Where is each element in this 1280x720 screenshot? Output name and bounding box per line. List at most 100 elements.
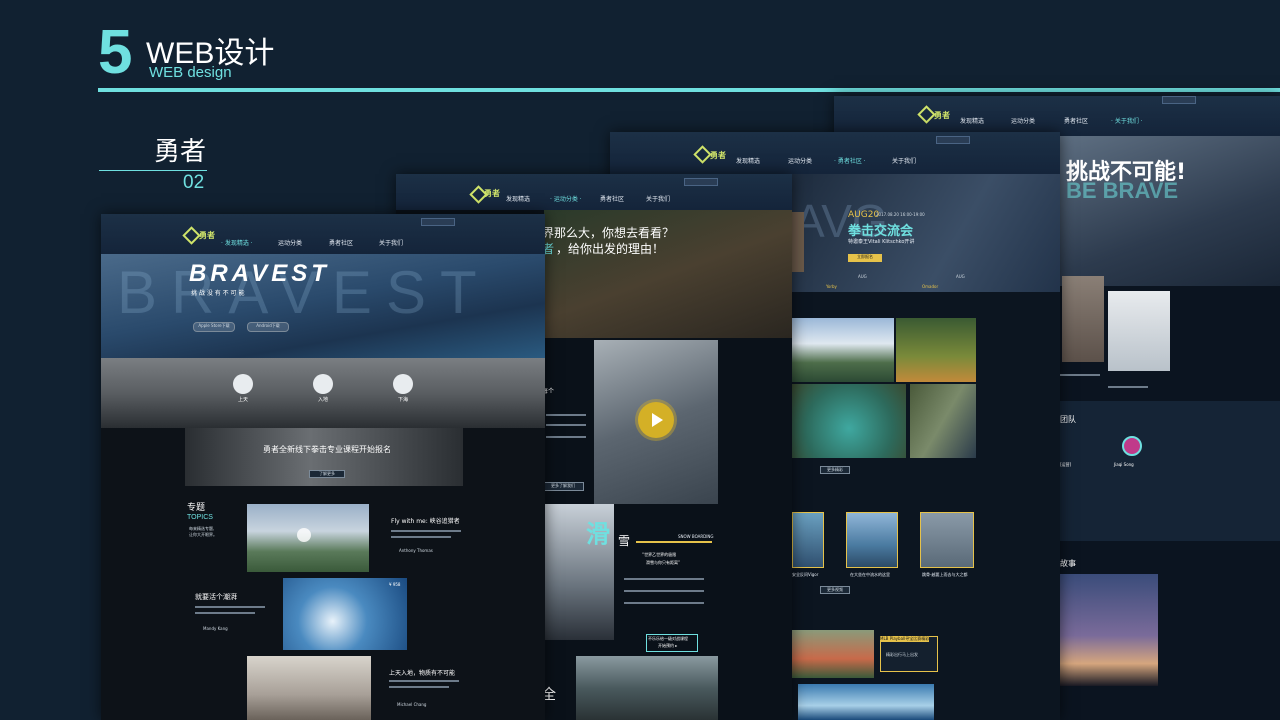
play-triangle	[652, 413, 663, 427]
card1-nav: 勇者 · 发现精选 · 运动分类 勇者社区 关于我们	[101, 214, 545, 254]
nav-item-about[interactable]: 关于我们	[892, 156, 916, 165]
sea-icon[interactable]	[393, 374, 413, 394]
wave-surf-photo	[283, 578, 407, 650]
text-line	[1060, 374, 1100, 376]
text-line	[624, 590, 704, 592]
user-name-1: Yorby	[826, 284, 837, 289]
nav-item-about[interactable]: · 关于我们 ·	[1111, 116, 1143, 125]
topic-desc-2: 让你大开眼界。	[189, 532, 217, 537]
video-caption-3: 跳骨-越要上而去与大之都	[922, 572, 968, 577]
text-line	[546, 414, 586, 416]
boxing-learn-more-button[interactable]: 了解更多	[309, 470, 345, 478]
search-input[interactable]	[936, 136, 970, 144]
video-caption-1: 安全反问Vigor	[792, 572, 819, 577]
cat-sea-label: 下海	[398, 397, 409, 403]
member-avatar	[1122, 436, 1142, 456]
nav-item-community[interactable]: 勇者社区	[329, 238, 353, 247]
snow-label-rule	[636, 541, 712, 543]
card4-nav: 勇者 发现精选 运动分类 勇者社区 · 关于我们 ·	[834, 96, 1280, 136]
search-input[interactable]	[684, 178, 718, 186]
video-thumb-1[interactable]	[792, 512, 824, 568]
promo-subtitle: 精彩出行马上出发	[886, 652, 918, 657]
team-title: 团队	[1060, 415, 1076, 424]
hero-title: BRAVEST	[189, 260, 330, 287]
section-rule	[99, 170, 207, 171]
brand-logo-icon	[182, 226, 201, 245]
video-thumb-3[interactable]	[920, 512, 974, 568]
event-signup-button[interactable]: 立即报名	[848, 254, 882, 262]
text-line	[624, 578, 704, 580]
video-thumb-2[interactable]	[846, 512, 898, 568]
nav-item-community[interactable]: 勇者社区	[1064, 116, 1088, 125]
track-photo	[1062, 276, 1104, 362]
nav-item-sports[interactable]: · 运动分类 ·	[550, 194, 582, 203]
river-kayak-photo	[792, 384, 906, 458]
nav-item-sports[interactable]: 运动分类	[1011, 116, 1035, 125]
brand-logo-text: 勇者	[484, 189, 500, 198]
user-name-2: Omador	[922, 284, 939, 289]
event-title: 拳击交流会	[848, 224, 914, 239]
member-name: Jiaqi Song	[1114, 462, 1134, 467]
nav-item-community[interactable]: · 勇者社区 ·	[834, 156, 866, 165]
article1-title: Fly with me: 峡谷追猎者	[391, 518, 460, 525]
cat-sky-label: 上天	[238, 397, 249, 403]
play-icon[interactable]	[297, 528, 311, 542]
more-photos-button[interactable]: 更多精彩	[820, 466, 850, 474]
card2-nav: 勇者 发现精选 · 运动分类 · 勇者社区 关于我们	[396, 174, 792, 210]
slide-subtitle: WEB design	[149, 64, 232, 81]
topic-en: TOPICS	[187, 514, 213, 521]
nav-item-discover[interactable]: 发现精选	[736, 156, 760, 165]
team-section	[1060, 401, 1280, 541]
bmx-photo	[247, 656, 371, 720]
article2-author: Mandy Kang	[203, 626, 228, 631]
cat-land-label: 入地	[318, 397, 329, 403]
cliff-selfie-photo	[910, 384, 976, 458]
slide-number: 5	[98, 18, 133, 87]
nav-item-discover[interactable]: · 发现精选 ·	[221, 238, 253, 247]
article2-title: 就要活个潮湃	[195, 593, 237, 601]
sunset-photo	[1060, 574, 1158, 686]
stadium-photo	[792, 630, 874, 678]
mountain-lake-photo	[792, 318, 894, 382]
snow-char: 雪	[618, 534, 631, 548]
event-time: 2017.08.20 16:00-19:00	[876, 212, 925, 217]
card3-nav: 勇者 发现精选 运动分类 · 勇者社区 · 关于我们	[610, 132, 1060, 174]
more-videos-button[interactable]: 更多视频	[820, 586, 850, 594]
member-role: [运营]	[1060, 462, 1072, 467]
nav-item-discover[interactable]: 发现精选	[506, 194, 530, 203]
article3-title: 上天入地，物质有不可能	[389, 670, 456, 677]
story-title: 故事	[1060, 559, 1076, 568]
topic-title: 专题	[187, 503, 206, 513]
nav-item-about[interactable]: 关于我们	[646, 194, 670, 203]
android-button[interactable]: Android下载	[247, 322, 289, 332]
nav-item-discover[interactable]: 发现精选	[960, 116, 984, 125]
text-line	[389, 680, 459, 682]
aug-label-1: AUG	[858, 274, 867, 279]
sky-icon[interactable]	[233, 374, 253, 394]
brand-logo-icon	[693, 145, 712, 164]
text-line	[195, 606, 265, 608]
search-input[interactable]	[1162, 96, 1196, 104]
text-line	[546, 436, 586, 438]
nav-item-community[interactable]: 勇者社区	[600, 194, 624, 203]
nav-item-sports[interactable]: 运动分类	[278, 238, 302, 247]
text-line	[195, 612, 255, 614]
land-icon[interactable]	[313, 374, 333, 394]
learn-more-button[interactable]: 更多了解我们	[542, 482, 584, 491]
promo-title: MLB Playball寻宝比赛精彩	[880, 636, 930, 642]
runner-leg-photo	[792, 212, 804, 272]
event-subtitle: 特邀泰王Vitali Klitschko开讲	[848, 239, 915, 245]
snow-quote-1: “世界乙世界的极限	[642, 552, 677, 557]
text-line	[391, 536, 451, 538]
aug-label-2: AUG	[956, 274, 965, 279]
text-line	[546, 424, 586, 426]
mountain-bike-photo	[896, 318, 976, 382]
search-input[interactable]	[421, 218, 455, 226]
section-number: 02	[183, 172, 205, 193]
app-store-button[interactable]: Apple Store下载	[193, 322, 235, 332]
nav-item-sports[interactable]: 运动分类	[788, 156, 812, 165]
hero-line-1: 界那么大，你想去看看？	[542, 226, 675, 240]
ski-char: 滑	[586, 520, 610, 548]
nav-item-about[interactable]: 关于我们	[379, 238, 403, 247]
forest-photo	[576, 656, 718, 720]
